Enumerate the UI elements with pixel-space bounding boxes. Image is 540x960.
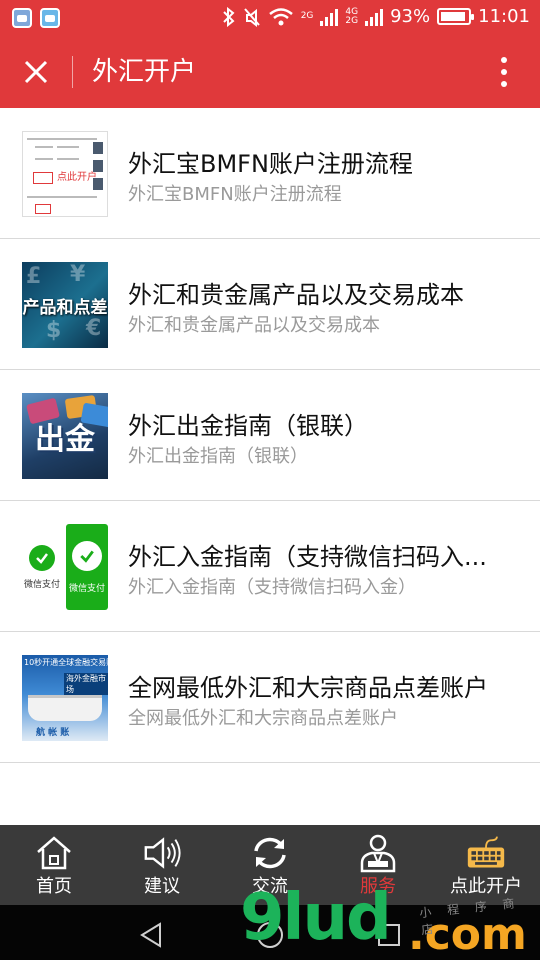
list-item[interactable]: £ ¥ $ € 产品和点差 外汇和贵金属产品以及交易成本 外汇和贵金属产品以及交…: [0, 239, 540, 370]
article-thumbnail: £ ¥ $ € 产品和点差: [22, 262, 108, 348]
home-icon: [34, 833, 74, 873]
tab-label: 建议: [144, 876, 180, 897]
system-status: 2G 4G 2G 93% 11:01: [222, 6, 530, 27]
wechat-pay-card-icon: 微信支付: [66, 524, 108, 610]
tab-label: 服务: [360, 876, 396, 897]
bluetooth-icon: [222, 6, 235, 27]
wifi-tag: 2G: [300, 11, 314, 21]
article-title: 全网最低外汇和大宗商品点差账户: [128, 674, 488, 702]
thumb-caption: 产品和点差: [22, 297, 108, 318]
recent-apps-icon[interactable]: [376, 922, 402, 948]
article-title: 外汇出金指南（银联）: [128, 412, 368, 440]
more-vertical-icon: [501, 57, 507, 63]
wechat-pay-icon: 微信支付: [22, 538, 62, 596]
gallery-notification-icon: [12, 8, 32, 28]
article-thumbnail: 出金: [22, 393, 108, 479]
close-button[interactable]: [16, 52, 56, 92]
list-item[interactable]: 10秒开通全球金融交易账户 海外金融市场 航 帐 账 全网最低外汇和大宗商品点差…: [0, 632, 540, 763]
message-notification-icon: [40, 8, 60, 28]
page-title: 外汇开户: [92, 57, 197, 87]
tab-suggestion[interactable]: 建议: [108, 825, 216, 905]
battery-fill: [441, 12, 466, 21]
notification-icons: [12, 8, 60, 28]
thumb-low-caption: 航 帐 账: [36, 728, 70, 738]
bottom-tab-bar: 首页 建议 交流 服务 点此开户: [0, 825, 540, 905]
article-thumbnail: 点此开户: [22, 131, 108, 217]
signal-icon-2: [365, 8, 384, 26]
thumb-caption: 10秒开通全球金融交易账户: [24, 658, 108, 667]
refresh-icon: [250, 833, 290, 873]
article-subtitle: 外汇出金指南（银联）: [128, 446, 308, 467]
article-thumbnail: 微信支付 微信支付: [22, 524, 108, 610]
list-item[interactable]: 微信支付 微信支付 外汇入金指南（支持微信扫码入... 外汇入金指南（支持微信扫…: [0, 501, 540, 632]
home-circle-icon[interactable]: [255, 920, 285, 950]
network-type: 4G 2G: [345, 6, 359, 26]
system-navigation-bar: [0, 905, 540, 960]
mute-icon: [243, 7, 260, 27]
article-title: 外汇和贵金属产品以及交易成本: [128, 281, 464, 309]
article-title: 外汇入金指南（支持微信扫码入...: [128, 543, 487, 571]
tab-label: 点此开户: [450, 876, 522, 897]
tab-label: 交流: [252, 876, 288, 897]
wifi-icon: [268, 7, 293, 25]
back-icon[interactable]: [136, 920, 166, 950]
app-bar-divider: [72, 56, 73, 88]
article-subtitle: 全网最低外汇和大宗商品点差账户: [128, 708, 398, 729]
tab-exchange[interactable]: 交流: [216, 825, 324, 905]
more-button[interactable]: [486, 54, 522, 90]
thumb-side-caption: 海外金融市场: [64, 673, 108, 695]
battery-icon: [437, 8, 475, 25]
close-icon: [24, 60, 48, 84]
list-item[interactable]: 出金 外汇出金指南（银联） 外汇出金指南（银联）: [0, 370, 540, 501]
tab-home[interactable]: 首页: [0, 825, 108, 905]
tab-open-account[interactable]: 点此开户: [432, 825, 540, 905]
article-thumbnail: 10秒开通全球金融交易账户 海外金融市场 航 帐 账: [22, 655, 108, 741]
clock: 11:01: [478, 6, 530, 27]
thumb-caption: 点此开户: [57, 172, 97, 183]
article-subtitle: 外汇宝BMFN账户注册流程: [128, 184, 342, 205]
app-bar: 外汇开户: [0, 36, 540, 108]
article-list: 点此开户 外汇宝BMFN账户注册流程 外汇宝BMFN账户注册流程 £ ¥ $ €…: [0, 108, 540, 763]
tab-service[interactable]: 服务: [324, 825, 432, 905]
tab-label: 首页: [36, 876, 72, 897]
list-item[interactable]: 点此开户 外汇宝BMFN账户注册流程 外汇宝BMFN账户注册流程: [0, 108, 540, 239]
status-bar: 2G 4G 2G 93% 11:01: [0, 0, 540, 36]
thumb-caption: 出金: [35, 422, 95, 457]
keyboard-icon: [466, 833, 506, 873]
speaker-icon: [142, 833, 182, 873]
article-subtitle: 外汇入金指南（支持微信扫码入金）: [128, 577, 416, 598]
ship-illustration: [28, 695, 102, 721]
signal-icon: [320, 8, 339, 26]
battery-percent: 93%: [390, 6, 431, 27]
article-subtitle: 外汇和贵金属产品以及交易成本: [128, 315, 380, 336]
service-agent-icon: [358, 833, 398, 873]
article-title: 外汇宝BMFN账户注册流程: [128, 150, 413, 178]
